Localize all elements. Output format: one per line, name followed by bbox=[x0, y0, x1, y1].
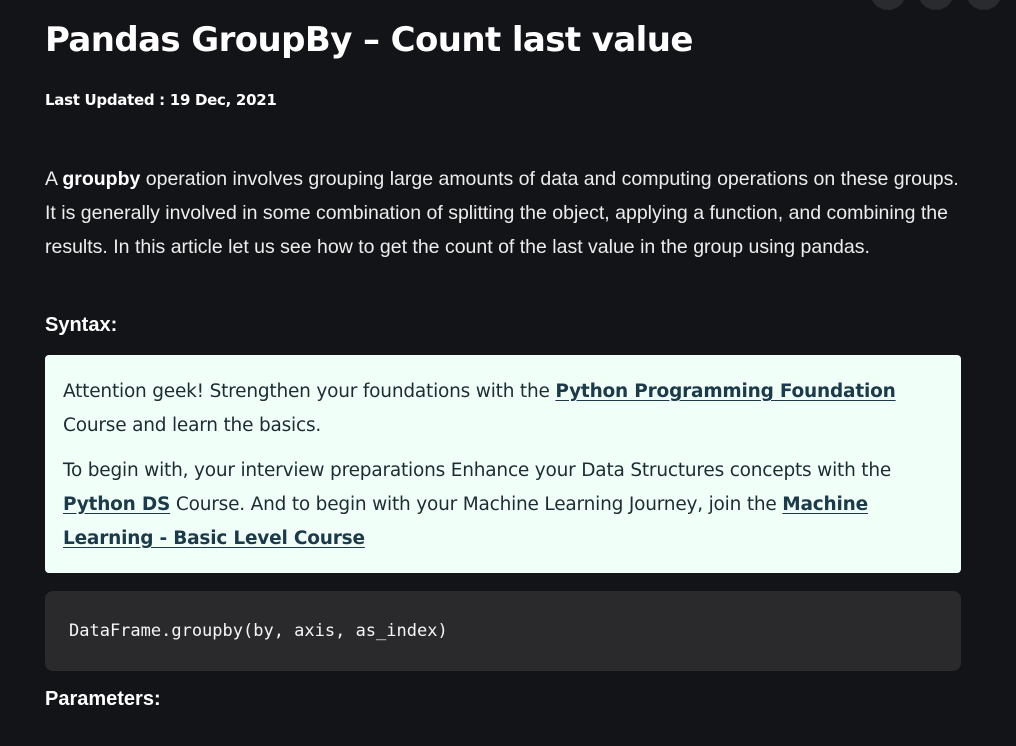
syntax-heading: Syntax: bbox=[45, 314, 118, 336]
intro-bold-term: groupby bbox=[62, 168, 141, 190]
promo-line-2-prefix: To begin with, your interview preparatio… bbox=[63, 460, 892, 481]
promo-line-1-suffix: Course and learn the basics. bbox=[63, 415, 322, 436]
promo-line-2: To begin with, your interview preparatio… bbox=[63, 454, 943, 556]
top-control-button-1[interactable] bbox=[870, 0, 906, 10]
code-syntax-line: DataFrame.groupby(by, axis, as_index) bbox=[69, 621, 448, 641]
intro-prefix: A bbox=[45, 168, 63, 190]
python-ds-link[interactable]: Python DS bbox=[63, 494, 170, 515]
promo-line-1-prefix: Attention geek! Strengthen your foundati… bbox=[63, 381, 556, 402]
promo-line-2-mid: Course. And to begin with your Machine L… bbox=[170, 494, 783, 515]
top-control-button-2[interactable] bbox=[918, 0, 954, 10]
intro-text: operation involves grouping large amount… bbox=[45, 168, 959, 258]
page-title: Pandas GroupBy – Count last value bbox=[45, 20, 693, 60]
intro-paragraph: A groupby operation involves grouping la… bbox=[45, 162, 961, 264]
python-programming-foundation-link[interactable]: Python Programming Foundation bbox=[555, 381, 895, 402]
promo-box: Attention geek! Strengthen your foundati… bbox=[45, 355, 961, 573]
code-block[interactable]: DataFrame.groupby(by, axis, as_index) bbox=[45, 591, 961, 671]
top-right-controls bbox=[870, 0, 1002, 10]
top-control-button-3[interactable] bbox=[966, 0, 1002, 10]
parameters-heading: Parameters: bbox=[45, 688, 161, 710]
last-updated: Last Updated : 19 Dec, 2021 bbox=[45, 91, 277, 109]
promo-line-1: Attention geek! Strengthen your foundati… bbox=[63, 375, 943, 443]
